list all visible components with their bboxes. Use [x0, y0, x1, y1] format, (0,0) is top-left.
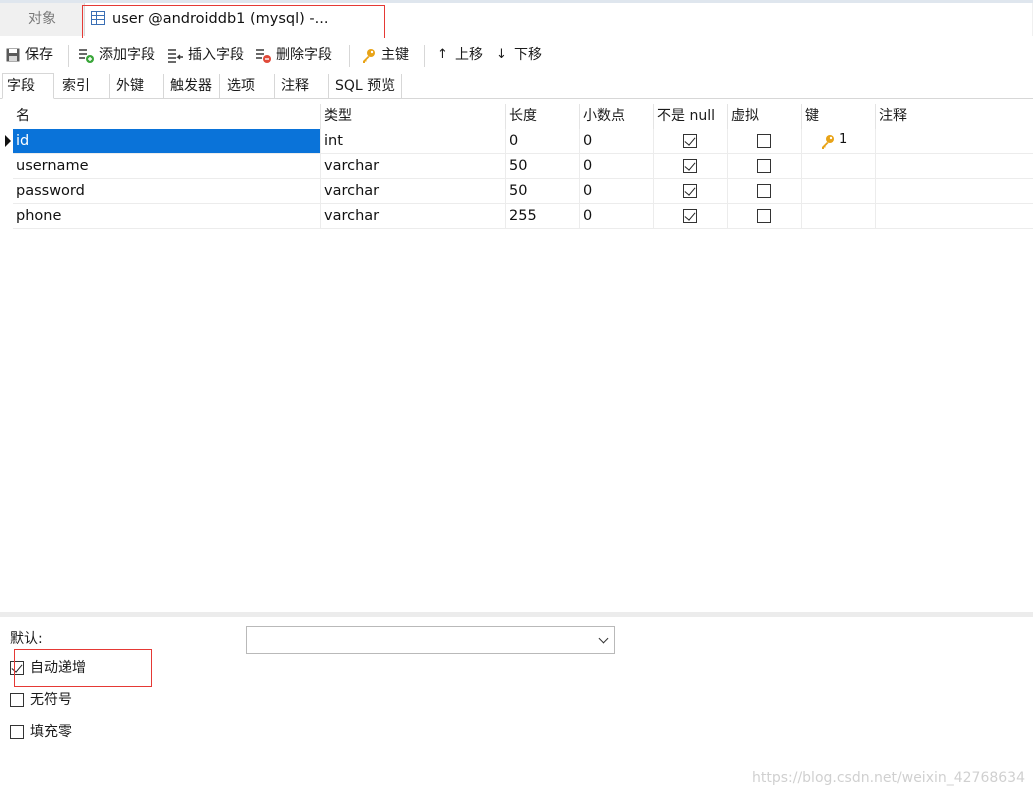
cell-name[interactable]: phone	[13, 204, 321, 229]
cell-virtual	[728, 154, 802, 179]
cell-name[interactable]: password	[13, 179, 321, 204]
cell-type[interactable]: varchar	[321, 179, 506, 204]
watermark: https://blog.csdn.net/weixin_42768634	[751, 770, 1025, 786]
unsigned-label: 无符号	[30, 692, 72, 708]
table-row[interactable]: password varchar 50 0	[0, 179, 1033, 204]
column-header-comment[interactable]: 注释	[876, 104, 1033, 129]
cell-virtual	[728, 129, 802, 154]
zerofill-checkbox[interactable]	[10, 725, 24, 739]
add-field-label: 添加字段	[99, 47, 155, 63]
cell-virtual	[728, 204, 802, 229]
cell-decimals[interactable]: 0	[580, 154, 654, 179]
cell-virtual	[728, 179, 802, 204]
not-null-checkbox[interactable]	[683, 184, 697, 198]
cell-not-null	[654, 154, 728, 179]
toolbar: 保存 添加字段 插入字段 删除字段 主键 ↑ 上移 ↓ 下移	[0, 38, 1033, 72]
virtual-checkbox[interactable]	[757, 159, 771, 173]
cell-not-null	[654, 179, 728, 204]
primary-key-label: 主键	[381, 47, 409, 63]
not-null-checkbox[interactable]	[683, 134, 697, 148]
cell-comment[interactable]	[876, 179, 1033, 204]
auto-increment-label: 自动递增	[30, 660, 86, 676]
delete-field-icon	[256, 49, 271, 63]
auto-increment-checkbox[interactable]	[10, 661, 24, 675]
column-header-not-null[interactable]: 不是 null	[654, 104, 728, 129]
tab-comment[interactable]: 注释	[277, 74, 329, 98]
toolbar-separator	[68, 45, 69, 67]
table-design-icon	[91, 11, 105, 25]
insert-field-icon	[168, 49, 183, 63]
insert-field-label: 插入字段	[188, 47, 244, 63]
tab-triggers[interactable]: 触发器	[166, 74, 220, 98]
tab-fields[interactable]: 字段	[2, 73, 54, 99]
cell-type[interactable]: varchar	[321, 204, 506, 229]
cell-length[interactable]: 0	[506, 129, 580, 154]
column-header-decimals[interactable]: 小数点	[580, 104, 654, 129]
toolbar-separator	[349, 45, 350, 67]
cell-comment[interactable]	[876, 129, 1033, 154]
tab-table-design[interactable]: user @androiddb1 (mysql) -...	[84, 3, 1032, 36]
cell-key[interactable]	[802, 154, 876, 179]
move-up-label: 上移	[455, 47, 483, 63]
cell-type[interactable]: int	[321, 129, 506, 154]
add-field-icon	[79, 49, 94, 63]
key-order: 1	[839, 132, 848, 147]
move-down-label: 下移	[514, 47, 542, 63]
column-header-key[interactable]: 键	[802, 104, 876, 129]
tab-indexes[interactable]: 索引	[58, 74, 110, 98]
column-header-virtual[interactable]: 虚拟	[728, 104, 802, 129]
key-icon	[822, 135, 834, 149]
cell-length[interactable]: 255	[506, 204, 580, 229]
toolbar-separator	[424, 45, 425, 67]
tab-objects[interactable]: 对象	[0, 3, 84, 36]
current-row-indicator-icon	[5, 135, 11, 147]
cell-not-null	[654, 204, 728, 229]
column-header-length[interactable]: 长度	[506, 104, 580, 129]
default-value-dropdown[interactable]	[246, 626, 615, 654]
table-row[interactable]: username varchar 50 0	[0, 154, 1033, 179]
tab-options[interactable]: 选项	[223, 74, 275, 98]
cell-decimals[interactable]: 0	[580, 204, 654, 229]
fields-grid: 名 类型 长度 小数点 不是 null 虚拟 键 注释 id int 0 0 1…	[0, 104, 1033, 234]
chevron-down-icon	[598, 633, 609, 644]
tab-foreign-keys[interactable]: 外键	[112, 74, 164, 98]
arrow-up-icon: ↑	[437, 47, 448, 62]
cell-key[interactable]	[802, 179, 876, 204]
virtual-checkbox[interactable]	[757, 134, 771, 148]
zerofill-label: 填充零	[30, 724, 72, 740]
cell-decimals[interactable]: 0	[580, 129, 654, 154]
cell-length[interactable]: 50	[506, 154, 580, 179]
unsigned-checkbox[interactable]	[10, 693, 24, 707]
tab-sql-preview[interactable]: SQL 预览	[331, 74, 402, 98]
virtual-checkbox[interactable]	[757, 209, 771, 223]
not-null-checkbox[interactable]	[683, 159, 697, 173]
not-null-checkbox[interactable]	[683, 209, 697, 223]
column-header-name[interactable]: 名	[13, 104, 321, 129]
delete-field-label: 删除字段	[276, 47, 332, 63]
cell-type[interactable]: varchar	[321, 154, 506, 179]
save-icon	[6, 48, 20, 62]
key-icon	[363, 49, 375, 63]
cell-name[interactable]: username	[13, 154, 321, 179]
cell-length[interactable]: 50	[506, 179, 580, 204]
cell-name[interactable]: id	[13, 129, 321, 154]
cell-comment[interactable]	[876, 204, 1033, 229]
cell-comment[interactable]	[876, 154, 1033, 179]
column-header-type[interactable]: 类型	[321, 104, 506, 129]
cell-not-null	[654, 129, 728, 154]
tab-table-design-label: user @androiddb1 (mysql) -...	[112, 11, 329, 27]
cell-decimals[interactable]: 0	[580, 179, 654, 204]
table-row[interactable]: id int 0 0 1	[0, 129, 1033, 154]
designer-tabs: 字段 索引 外键 触发器 选项 注释 SQL 预览	[0, 72, 1033, 99]
default-label: 默认:	[10, 631, 43, 647]
cell-key[interactable]	[802, 204, 876, 229]
table-row[interactable]: phone varchar 255 0	[0, 204, 1033, 229]
virtual-checkbox[interactable]	[757, 184, 771, 198]
cell-key[interactable]: 1	[802, 129, 876, 154]
arrow-down-icon: ↓	[496, 47, 507, 62]
save-label: 保存	[25, 47, 53, 63]
